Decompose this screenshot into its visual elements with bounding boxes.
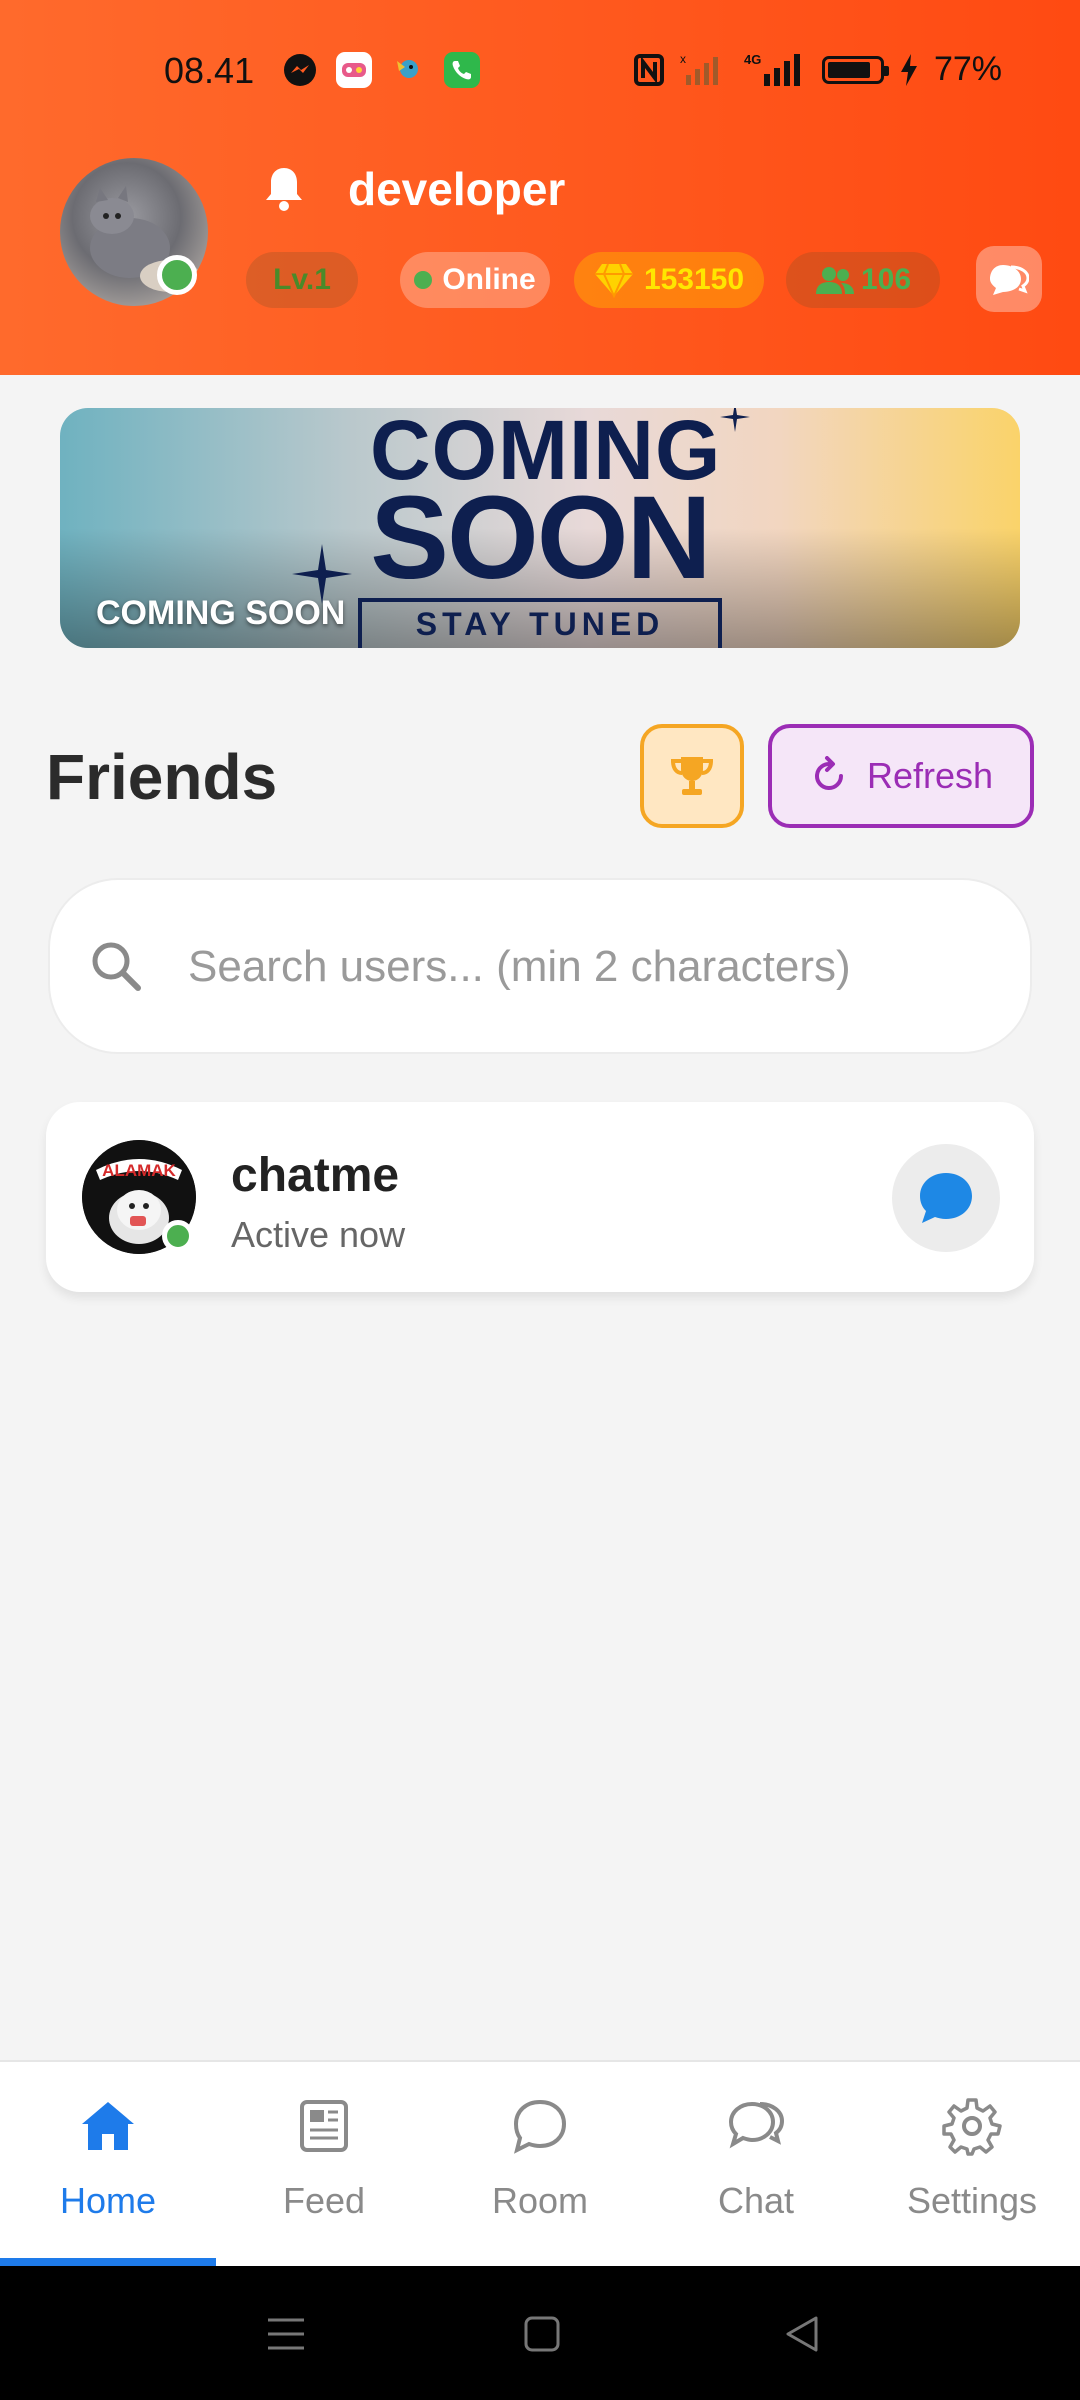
signal-icon: x	[680, 53, 718, 85]
trophy-icon	[670, 757, 714, 795]
signal-4g-icon: 4G	[744, 52, 800, 86]
settings-icon	[942, 2098, 1002, 2156]
friends-heading: Friends	[46, 741, 278, 813]
friends-count-badge[interactable]: 106	[786, 252, 940, 308]
home-icon	[82, 2102, 134, 2150]
battery-fill	[827, 61, 870, 78]
status-bar: 08.41 x 4G 77%	[0, 0, 1080, 140]
messenger-icon	[282, 52, 318, 88]
bottom-navigation: Home Feed Room Chat Settings	[0, 2060, 1080, 2268]
people-icon	[815, 267, 854, 294]
svg-text:x: x	[680, 53, 686, 66]
banner-caption: COMING SOON	[96, 594, 346, 632]
nav-feed-label: Feed	[282, 2180, 366, 2221]
banner-subtitle: STAY TUNED	[415, 606, 665, 642]
search-bar[interactable]	[48, 878, 1032, 1054]
promo-banner[interactable]: COMING SOON STAY TUNED COMING SOON	[60, 408, 1020, 648]
charging-icon	[900, 53, 917, 86]
nav-home-label: Home	[59, 2180, 157, 2221]
network-label: 4G	[744, 52, 761, 67]
banner-title-line2: SOON	[370, 472, 712, 604]
leaderboard-button[interactable]	[640, 724, 744, 828]
search-icon	[92, 942, 141, 991]
nav-chat[interactable]: Chat	[648, 2062, 864, 2268]
bell-icon[interactable]	[262, 164, 306, 214]
room-icon	[513, 2099, 567, 2154]
battery-percent: 77%	[933, 50, 1002, 88]
status-right: x 4G 77%	[633, 50, 1002, 89]
friend-list-item[interactable]: ALAMAK chatme Active now	[46, 1102, 1034, 1292]
username: developer	[348, 163, 566, 215]
chat-bubbles-icon	[990, 265, 1029, 295]
status-time: 08.41	[164, 50, 255, 91]
chat-icon	[728, 2101, 785, 2149]
refresh-icon	[815, 756, 843, 791]
profile-header: 08.41 x 4G 77% developer Lv.1 Online 153…	[0, 0, 1080, 375]
nav-home[interactable]: Home	[0, 2062, 216, 2268]
sparkle-icon	[720, 408, 750, 432]
friends-count-value: 106	[860, 263, 912, 296]
nav-settings[interactable]: Settings	[864, 2062, 1080, 2268]
messages-button[interactable]	[976, 246, 1042, 312]
diamond-icon	[594, 263, 633, 298]
message-friend-button[interactable]	[892, 1144, 1000, 1252]
online-status-badge[interactable]: Online	[400, 252, 550, 308]
refresh-button[interactable]: Refresh	[768, 724, 1034, 828]
friend-avatar-text: ALAMAK	[102, 1161, 176, 1180]
home-square-icon[interactable]	[520, 2312, 564, 2356]
feed-icon	[300, 2100, 348, 2152]
back-icon[interactable]	[780, 2312, 824, 2356]
online-dot-icon	[414, 271, 433, 289]
friend-status: Active now	[231, 1214, 406, 1255]
refresh-label: Refresh	[866, 755, 994, 796]
level-label: Lv.1	[273, 263, 331, 296]
search-input[interactable]	[186, 930, 990, 1004]
notification-icons	[282, 52, 480, 88]
bird-app-icon	[390, 52, 426, 88]
level-badge: Lv.1	[246, 252, 358, 308]
battery-icon	[821, 55, 889, 84]
nav-chat-label: Chat	[717, 2180, 795, 2221]
nav-room[interactable]: Room	[432, 2062, 648, 2268]
menu-icon[interactable]	[264, 2312, 308, 2356]
coins-badge[interactable]: 153150	[574, 252, 764, 308]
friend-online-indicator	[162, 1220, 194, 1252]
friend-name: chatme	[231, 1149, 400, 1202]
coins-value: 153150	[643, 263, 745, 296]
online-indicator	[157, 255, 197, 295]
nav-room-label: Room	[491, 2180, 589, 2221]
nav-settings-label: Settings	[906, 2180, 1038, 2221]
nav-feed[interactable]: Feed	[216, 2062, 432, 2268]
system-navigation-bar	[0, 2266, 1080, 2400]
online-status-label: Online	[442, 263, 536, 296]
game-app-icon	[336, 52, 372, 88]
phone-app-icon	[444, 52, 480, 88]
nfc-icon	[633, 53, 664, 86]
chat-bubble-icon	[920, 1173, 972, 1223]
